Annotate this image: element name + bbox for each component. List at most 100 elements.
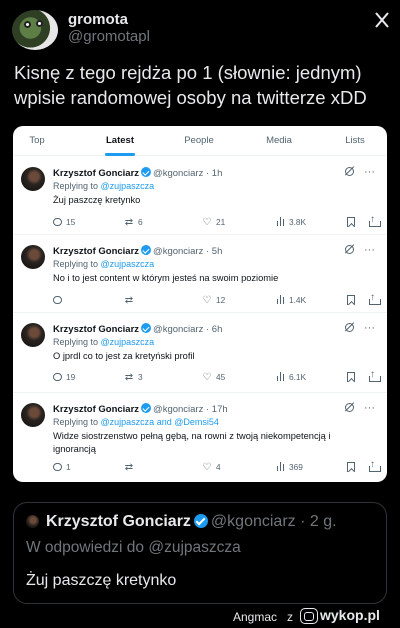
like-count: 12 [216,295,226,305]
avatar[interactable] [12,10,58,50]
view-count: 369 [289,462,303,472]
tweet-author-name[interactable]: Krzysztof Gonciarz [53,404,139,415]
tweet-tools: ··· [345,166,375,178]
mention-link[interactable]: @zujpaszcza [101,181,155,191]
heart-icon: ♡ [202,295,212,306]
bookmark-button[interactable] [347,295,355,307]
like-button[interactable]: ♡ 45 [201,372,226,383]
tweet-tools: ··· [345,322,375,334]
reply-count: 15 [66,217,76,227]
tweet-actions: ⇄ ♡ 12 1.4K [53,292,383,309]
retweet-button[interactable]: ⇄ [123,295,138,306]
tweet-text: Widze siostrzenstwo pełną gębą, na rowni… [53,431,331,454]
avatar[interactable] [21,323,45,347]
more-icon[interactable]: ··· [364,244,375,256]
watermark-user: Angmac [233,610,278,624]
grok-icon[interactable] [345,245,354,254]
mention-link[interactable]: @zujpaszcza and @Demsi54 [101,417,219,427]
view-count: 3.8K [289,217,307,227]
share-button[interactable] [369,369,381,384]
views-icon [277,372,286,381]
bookmark-icon [347,372,355,382]
post-header: gromota @gromotapl [0,0,400,54]
quoted-tweet[interactable]: Krzysztof Gonciarz @kgonciarz · 2 g. W od… [13,502,387,604]
retweet-button[interactable]: ⇄ 6 [123,217,143,228]
tweet-handle-time: @kgonciarz · 17h [153,404,228,415]
views-icon [277,462,286,471]
retweet-button[interactable]: ⇄ 3 [123,372,143,383]
tab-latest[interactable]: Latest [106,135,134,146]
more-icon[interactable]: ··· [364,166,375,178]
views-button[interactable]: 1.4K [277,295,306,305]
bookmark-button[interactable] [347,372,355,384]
quote-author-name[interactable]: Krzysztof Gonciarz [46,513,191,530]
bookmark-button[interactable] [347,462,355,474]
retweet-button[interactable]: ⇄ [123,462,138,473]
tweet-author-name[interactable]: Krzysztof Gonciarz [53,246,139,257]
tweet-header: Krzysztof Gonciarz @kgonciarz · 17h [53,403,228,415]
replying-prefix: Replying to [53,181,101,191]
x-logo-icon[interactable] [375,12,389,28]
tweet[interactable]: Krzysztof Gonciarz @kgonciarz · 1h ··· Re… [13,157,387,235]
reply-icon [53,373,62,381]
tweet-text: No i to jest content w którym jesteś na … [53,273,279,283]
tab-top[interactable]: Top [29,135,44,146]
tweet[interactable]: Krzysztof Gonciarz @kgonciarz · 5h ··· Re… [13,235,387,313]
tweet[interactable]: Krzysztof Gonciarz @kgonciarz · 17h ··· R… [13,393,387,482]
verified-icon [141,403,152,413]
bookmark-icon [347,462,355,472]
grok-icon[interactable] [345,323,354,332]
views-button[interactable]: 3.8K [277,217,306,227]
like-button[interactable]: ♡ 12 [201,295,226,306]
share-button[interactable] [369,292,381,307]
reply-button[interactable]: 15 [53,217,75,227]
replying-prefix: Replying to [53,337,101,347]
like-count: 4 [216,462,221,472]
like-button[interactable]: ♡ 21 [201,217,226,228]
avatar[interactable] [21,167,45,191]
reply-icon [53,463,62,471]
author-handle[interactable]: @gromotapl [68,28,150,45]
share-button[interactable] [369,459,381,474]
tweet[interactable]: Krzysztof Gonciarz @kgonciarz · 6h ··· Re… [13,313,387,393]
heart-icon: ♡ [202,372,212,383]
replying-to: Replying to @zujpaszcza and @Demsi54 [53,417,219,427]
verified-icon [193,514,208,528]
grok-icon[interactable] [345,167,354,176]
active-tab-indicator [105,153,135,156]
tab-people[interactable]: People [184,135,214,146]
share-icon [369,459,381,472]
author-name[interactable]: gromota [68,11,128,28]
tweet-author-name[interactable]: Krzysztof Gonciarz [53,324,139,335]
tweet-author-name[interactable]: Krzysztof Gonciarz [53,168,139,179]
tab-lists[interactable]: Lists [345,135,365,146]
mention-link[interactable]: @zujpaszcza [101,337,155,347]
avatar[interactable] [21,403,45,427]
reply-button[interactable] [53,295,66,305]
post-text: Kisnę z tego rejdża po 1 (słownie: jedny… [14,62,367,108]
tweet-actions: 1 ⇄ ♡ 4 369 [53,459,383,476]
reply-button[interactable]: 19 [53,372,75,382]
avatar[interactable] [26,515,39,528]
tweet-header: Krzysztof Gonciarz @kgonciarz · 1h [53,167,222,179]
mention-link[interactable]: @zujpaszcza [101,259,155,269]
share-button[interactable] [369,214,381,229]
reply-button[interactable]: 1 [53,462,71,472]
views-button[interactable]: 6.1K [277,372,306,382]
bookmark-icon [347,295,355,305]
quote-handle-time: @kgonciarz · 2 g. [210,513,337,530]
more-icon[interactable]: ··· [364,402,375,414]
heart-icon: ♡ [202,217,212,228]
replying-to: Replying to @zujpaszcza [53,181,154,191]
bookmark-button[interactable] [347,217,355,229]
views-button[interactable]: 369 [277,462,303,472]
tab-bar: Top Latest People Media Lists [13,126,387,156]
avatar[interactable] [21,245,45,269]
like-button[interactable]: ♡ 4 [201,462,221,473]
tab-media[interactable]: Media [266,135,292,146]
grok-icon[interactable] [345,403,354,412]
more-icon[interactable]: ··· [364,322,375,334]
tweet-handle-time: @kgonciarz · 5h [153,246,223,257]
tweet-actions: 19 ⇄ 3 ♡ 45 6.1K [53,369,383,386]
retweet-icon: ⇄ [124,295,134,306]
